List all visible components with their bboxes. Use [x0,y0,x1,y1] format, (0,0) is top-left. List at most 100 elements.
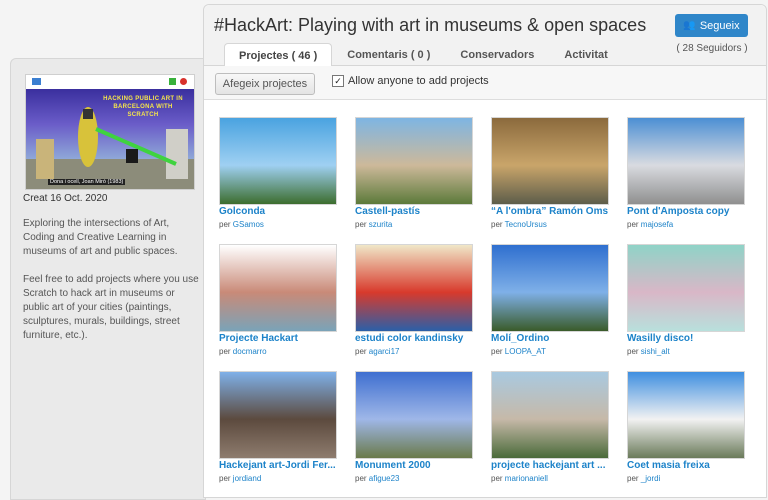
project-thumbnail[interactable] [491,371,609,459]
project-title[interactable]: Monument 2000 [355,460,477,471]
project-title[interactable]: estudi color kandinsky [355,333,477,344]
project-title[interactable]: projecte hackejant art ... [491,460,613,471]
project-author-line: per sishi_alt [627,347,670,356]
project-author-line: per _jordi [627,474,660,483]
author-prefix: per [355,474,367,483]
users-icon: 👥 [683,20,696,31]
project-title[interactable]: Coet masia freixa [627,460,749,471]
tab-curators[interactable]: Conservadors [445,43,549,66]
allow-anyone-option[interactable]: ✓ Allow anyone to add projects [332,75,489,87]
project-card[interactable]: Castell-pastís per szurita [355,117,475,237]
project-author-line: per marionaniell [491,474,548,483]
studio-thumbnail: HACKING PUBLIC ART IN BARCELONA WITH SCR… [25,74,195,190]
project-author-line: per TecnoUrsus [491,220,547,229]
project-title[interactable]: Hackejant art-Jordi Fer... [219,460,341,471]
followers-count: ( 28 Seguidors ) [676,43,748,54]
thumbnail-image: HACKING PUBLIC ART IN BARCELONA WITH SCR… [26,89,194,189]
author-prefix: per [355,220,367,229]
project-author-line: per jordiand [219,474,261,483]
project-card[interactable]: Hackejant art-Jordi Fer... per jordiand [219,371,339,491]
project-author[interactable]: szurita [369,220,393,229]
project-author-line: per afigue23 [355,474,400,483]
project-title[interactable]: Pont d'Amposta copy [627,206,749,217]
follow-button[interactable]: 👥 Segueix [675,14,748,37]
project-author[interactable]: docmarro [233,347,267,356]
tab-activity[interactable]: Activitat [549,43,622,66]
thumbnail-player-bar [26,75,194,89]
project-card[interactable]: Golconda per GSamos [219,117,339,237]
flag-icon [32,78,41,85]
studio-title: #HackArt: Playing with art in museums & … [214,15,647,35]
project-author-line: per LOOPA_AT [491,347,546,356]
project-title[interactable]: Golconda [219,206,341,217]
author-prefix: per [491,220,503,229]
project-card[interactable]: estudi color kandinsky per agarci17 [355,244,475,364]
project-thumbnail[interactable] [627,117,745,205]
project-author-line: per GSamos [219,220,264,229]
project-title[interactable]: Castell-pastís [355,206,477,217]
thumbnail-caption: Dona i ocell, Joan Miró (1983) [48,179,126,185]
studio-sidebar: HACKING PUBLIC ART IN BARCELONA WITH SCR… [10,58,206,500]
project-author[interactable]: majosefa [641,220,673,229]
add-projects-button[interactable]: Afegeix projectes [215,73,315,95]
project-thumbnail[interactable] [627,371,745,459]
project-thumbnail[interactable] [219,371,337,459]
project-thumbnail[interactable] [219,244,337,332]
description-paragraph: Exploring the intersections of Art, Codi… [23,218,178,257]
project-thumbnail[interactable] [627,244,745,332]
project-author[interactable]: sishi_alt [641,347,670,356]
project-thumbnail[interactable] [491,244,609,332]
project-title[interactable]: Molí_Ordino [491,333,613,344]
project-author-line: per szurita [355,220,392,229]
project-author[interactable]: agarci17 [369,347,400,356]
description-paragraph: Feel free to add projects where you use … [23,274,199,341]
author-prefix: per [627,474,639,483]
project-author[interactable]: jordiand [233,474,261,483]
project-card[interactable]: projecte hackejant art ... per marionanie… [491,371,611,491]
project-author-line: per majosefa [627,220,673,229]
author-prefix: per [627,347,639,356]
follow-label: Segueix [699,19,740,32]
project-card[interactable]: Wasilly disco! per sishi_alt [627,244,747,364]
project-thumbnail[interactable] [355,117,473,205]
allow-label: Allow anyone to add projects [348,75,489,87]
project-title[interactable]: Wasilly disco! [627,333,749,344]
tab-projects[interactable]: Projectes ( 46 ) [224,43,333,67]
project-thumbnail[interactable] [355,244,473,332]
project-title[interactable]: “A l'ombra” Ramón Oms [491,206,613,217]
project-author-line: per agarci17 [355,347,399,356]
project-card[interactable]: Coet masia freixa per _jordi [627,371,747,491]
project-author[interactable]: TecnoUrsus [505,220,547,229]
project-author[interactable]: LOOPA_AT [505,347,546,356]
project-card[interactable]: Molí_Ordinoper LOOPA_AT [491,244,611,364]
author-prefix: per [355,347,367,356]
project-thumbnail[interactable] [219,117,337,205]
studio-tabs: Projectes ( 46 ) Comentaris ( 0 ) Conser… [224,43,623,67]
project-card[interactable]: Monument 2000 per afigue23 [355,371,475,491]
thumbnail-title: HACKING PUBLIC ART IN BARCELONA WITH SCR… [103,96,183,118]
author-prefix: per [219,220,231,229]
project-card[interactable]: “A l'ombra” Ramón Oms per TecnoUrsus [491,117,611,237]
project-thumbnail[interactable] [491,117,609,205]
tab-comments[interactable]: Comentaris ( 0 ) [332,43,445,66]
green-flag-icon [169,78,176,85]
project-author[interactable]: GSamos [233,220,264,229]
stop-icon [180,78,187,85]
project-author[interactable]: afigue23 [369,474,400,483]
studio-description: Exploring the intersections of Art, Codi… [23,217,199,357]
project-author[interactable]: _jordi [641,474,661,483]
project-author-line: per docmarro [219,347,267,356]
project-title[interactable]: Projecte Hackart [219,333,341,344]
studio-header: #HackArt: Playing with art in museums & … [204,5,766,67]
author-prefix: per [627,220,639,229]
projects-toolbar: Afegeix projectes ✓ Allow anyone to add … [204,66,766,100]
project-card[interactable]: Pont d'Amposta copy per majosefa [627,117,747,237]
allow-checkbox[interactable]: ✓ [332,75,344,87]
project-author[interactable]: marionaniell [505,474,548,483]
author-prefix: per [491,474,503,483]
project-card[interactable]: Projecte Hackart per docmarro [219,244,339,364]
project-thumbnail[interactable] [355,371,473,459]
created-date: Creat 16 Oct. 2020 [23,193,108,204]
author-prefix: per [219,474,231,483]
author-prefix: per [219,347,231,356]
